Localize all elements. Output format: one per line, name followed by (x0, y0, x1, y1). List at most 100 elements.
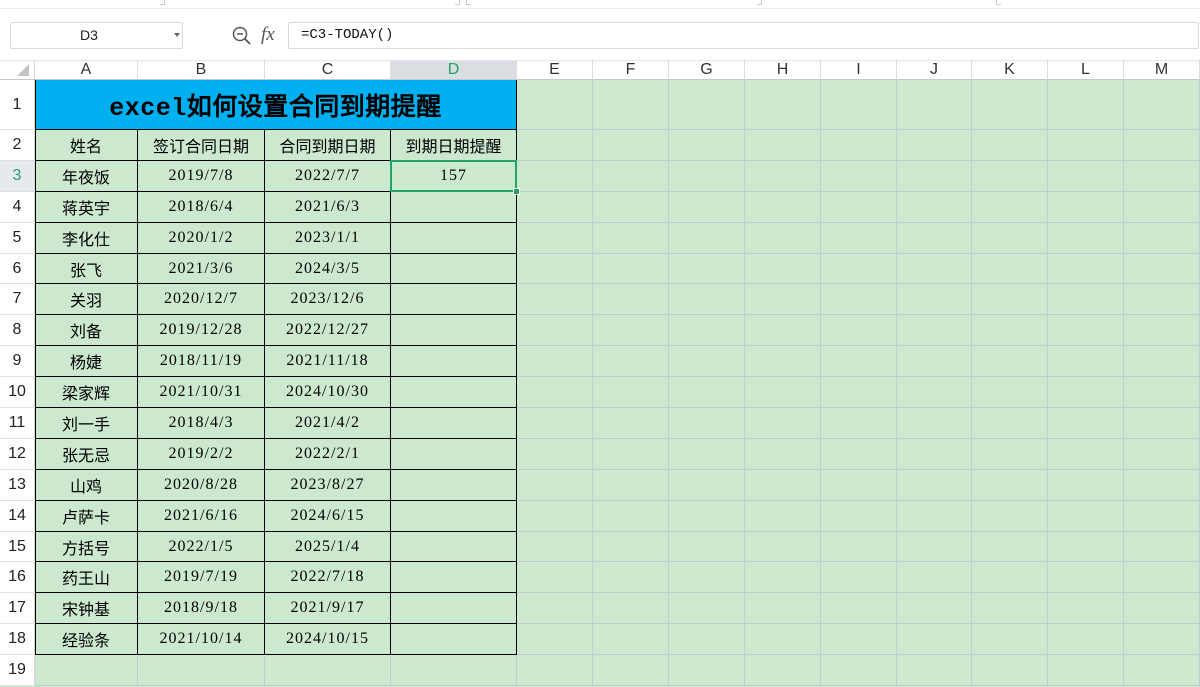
cell-m11[interactable] (1124, 408, 1200, 439)
cell-f3[interactable] (593, 160, 669, 192)
cell-h14[interactable] (745, 500, 821, 532)
cell-g4[interactable] (669, 191, 745, 223)
column-header-c[interactable]: C (265, 60, 391, 80)
title-cell-a1-d1[interactable]: excel如何设置合同到期提醒 (35, 80, 517, 130)
cell-a11[interactable]: 刘一手 (35, 408, 138, 439)
row-header-14[interactable]: 14 (0, 500, 35, 532)
cell-c19[interactable] (265, 655, 391, 687)
cell-j17[interactable] (897, 593, 972, 625)
cell-l12[interactable] (1048, 438, 1124, 470)
cell-m19[interactable] (1124, 655, 1200, 687)
column-header-f[interactable]: F (593, 60, 669, 80)
cell-g16[interactable] (669, 562, 745, 594)
cell-d8[interactable] (391, 315, 517, 347)
cell-a8[interactable]: 刘备 (35, 315, 138, 347)
cell-i11[interactable] (821, 408, 897, 439)
cell-e18[interactable] (517, 624, 593, 656)
fill-handle[interactable] (513, 187, 520, 195)
cell-e3[interactable] (517, 160, 593, 192)
cell-a4[interactable]: 蒋英宇 (35, 191, 138, 223)
cell-m16[interactable] (1124, 562, 1200, 594)
cell-m15[interactable] (1124, 531, 1200, 563)
cell-i19[interactable] (821, 655, 897, 687)
row-header-15[interactable]: 15 (0, 531, 35, 563)
cell-l2[interactable] (1048, 130, 1124, 161)
row-header-12[interactable]: 12 (0, 438, 35, 470)
row-header-8[interactable]: 8 (0, 315, 35, 347)
cell-h11[interactable] (745, 408, 821, 439)
cell-l16[interactable] (1048, 562, 1124, 594)
cell-g3[interactable] (669, 160, 745, 192)
cell-m17[interactable] (1124, 593, 1200, 625)
chevron-down-icon[interactable] (174, 33, 180, 37)
cell-b12[interactable]: 2019/2/2 (138, 438, 265, 470)
cell-j8[interactable] (897, 315, 972, 347)
cell-m9[interactable] (1124, 346, 1200, 378)
cell-f17[interactable] (593, 593, 669, 625)
cell-c6[interactable]: 2024/3/5 (265, 253, 391, 285)
cell-f15[interactable] (593, 531, 669, 563)
cell-c7[interactable]: 2023/12/6 (265, 284, 391, 316)
cell-i13[interactable] (821, 469, 897, 501)
cell-g2[interactable] (669, 130, 745, 161)
cell-d12[interactable] (391, 438, 517, 470)
cell-i17[interactable] (821, 593, 897, 625)
cell-j5[interactable] (897, 222, 972, 254)
cell-k15[interactable] (972, 531, 1048, 563)
cell-d4[interactable] (391, 191, 517, 223)
cell-a10[interactable]: 梁家辉 (35, 377, 138, 409)
cell-i12[interactable] (821, 438, 897, 470)
cell-j15[interactable] (897, 531, 972, 563)
cell-i4[interactable] (821, 191, 897, 223)
cell-e16[interactable] (517, 562, 593, 594)
cell-g13[interactable] (669, 469, 745, 501)
cell-j10[interactable] (897, 377, 972, 409)
name-box[interactable]: D3 (10, 22, 183, 49)
cell-f8[interactable] (593, 315, 669, 347)
cell-k14[interactable] (972, 500, 1048, 532)
cell-l7[interactable] (1048, 284, 1124, 316)
row-header-18[interactable]: 18 (0, 624, 35, 656)
cell-h17[interactable] (745, 593, 821, 625)
cell-i8[interactable] (821, 315, 897, 347)
cell-h5[interactable] (745, 222, 821, 254)
cell-j13[interactable] (897, 469, 972, 501)
cell-f18[interactable] (593, 624, 669, 656)
cell-j18[interactable] (897, 624, 972, 656)
cell-e11[interactable] (517, 408, 593, 439)
cell-m5[interactable] (1124, 222, 1200, 254)
cell-a14[interactable]: 卢萨卡 (35, 500, 138, 532)
cell-g17[interactable] (669, 593, 745, 625)
cell-i15[interactable] (821, 531, 897, 563)
cell-l1[interactable] (1048, 80, 1124, 130)
cell-j16[interactable] (897, 562, 972, 594)
row-header-3[interactable]: 3 (0, 160, 35, 192)
cell-m13[interactable] (1124, 469, 1200, 501)
cell-j12[interactable] (897, 438, 972, 470)
cell-a18[interactable]: 经验条 (35, 624, 138, 656)
cell-j2[interactable] (897, 130, 972, 161)
cell-i5[interactable] (821, 222, 897, 254)
cell-k1[interactable] (972, 80, 1048, 130)
row-header-19[interactable]: 19 (0, 655, 35, 687)
cell-h12[interactable] (745, 438, 821, 470)
cell-h13[interactable] (745, 469, 821, 501)
cell-g7[interactable] (669, 284, 745, 316)
cell-d3[interactable]: 157 (390, 159, 520, 195)
cell-i2[interactable] (821, 130, 897, 161)
cell-b2[interactable]: 签订合同日期 (138, 130, 265, 161)
cell-g15[interactable] (669, 531, 745, 563)
cell-d9[interactable] (391, 346, 517, 378)
cell-c11[interactable]: 2021/4/2 (265, 408, 391, 439)
cell-d18[interactable] (391, 624, 517, 656)
cell-h4[interactable] (745, 191, 821, 223)
cell-e12[interactable] (517, 438, 593, 470)
cell-l13[interactable] (1048, 469, 1124, 501)
cell-d5[interactable] (391, 222, 517, 254)
cell-e7[interactable] (517, 284, 593, 316)
cell-h1[interactable] (745, 80, 821, 130)
cell-i16[interactable] (821, 562, 897, 594)
cell-c18[interactable]: 2024/10/15 (265, 624, 391, 656)
cell-e1[interactable] (517, 80, 593, 130)
cell-c12[interactable]: 2022/2/1 (265, 438, 391, 470)
